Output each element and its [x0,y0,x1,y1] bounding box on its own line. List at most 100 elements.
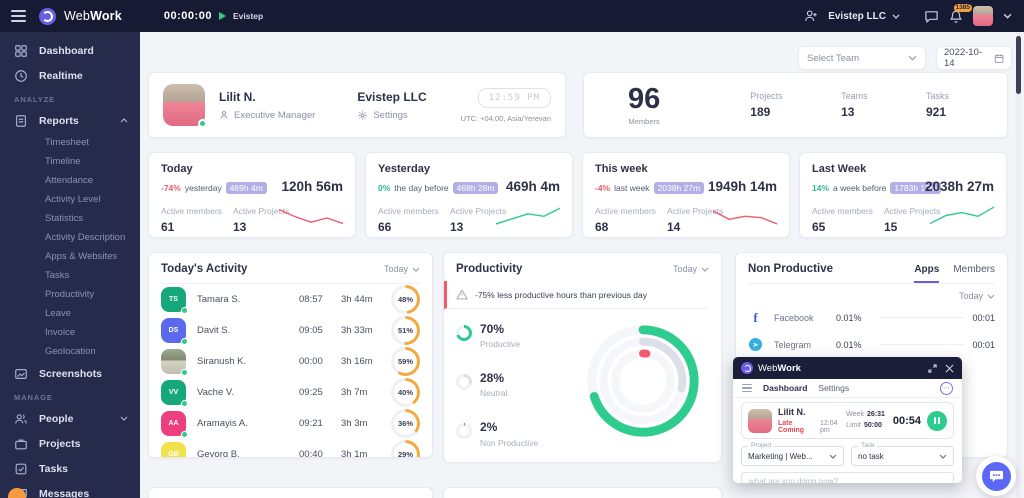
chevron-down-icon [987,294,995,299]
tab-members[interactable]: Members [953,264,995,283]
activity-row[interactable]: TS Tamara S. 08:57 3h 44m 48% [161,284,420,315]
member-avatar: DS [161,318,186,343]
activity-period-filter[interactable]: Today [384,264,420,274]
member-avatar: VV [161,380,186,405]
compare-badge: 469h 4m [226,182,267,194]
sidebar-item-activity-description[interactable]: Activity Description [0,228,140,247]
sidebar-item-geolocation[interactable]: Geolocation [0,342,140,361]
card-title: Productivity [456,263,522,275]
activity-row[interactable]: DS Davit S. 09:05 3h 33m 51% [161,315,420,346]
pause-button[interactable] [927,411,947,431]
productivity-stat-neutral: 28%Neutral [456,372,576,398]
chat-bubble-icon [982,462,1011,491]
profile-name: Lilit N. [219,90,315,104]
settings-link[interactable]: Settings [373,110,407,121]
company-selector[interactable]: Evistep LLC [828,11,900,22]
sidebar-item-timesheet[interactable]: Timesheet [0,133,140,152]
menu-icon[interactable] [11,7,26,25]
todays-activity-card: Today's Activity Today TS Tamara S. 08:5… [148,252,433,458]
global-timer[interactable]: 00:00:00 Evistep [164,10,263,22]
sidebar-item-tasks[interactable]: Tasks [0,456,140,481]
webwork-logo-icon [741,362,753,374]
user-switch-icon[interactable] [804,9,818,23]
widget-tab-dashboard[interactable]: Dashboard [763,383,807,393]
sidebar-item-activity-level[interactable]: Activity Level [0,190,140,209]
chevron-down-icon [120,416,128,421]
activity-memo-input[interactable] [741,472,954,483]
change-percent: -74% [161,183,181,193]
sidebar-item-productivity[interactable]: Productivity [0,285,140,304]
close-icon[interactable] [945,364,954,373]
productivity-period-filter[interactable]: Today [673,264,709,274]
stat-card-last-week: Last Week 14% a week before 1783h 13m 20… [799,152,1007,238]
notifications-count-badge: 1385 [954,4,972,13]
team-select[interactable]: Select Team [798,46,926,70]
tracker-widget: WebWork Dashboard Settings ⋯ Lilit N. La… [733,357,962,483]
sidebar-item-screenshots[interactable]: Screenshots [0,361,140,386]
partial-card [148,487,433,498]
online-status-dot [198,119,207,128]
sidebar-item-leave[interactable]: Leave [0,304,140,323]
sidebar-item-dashboard[interactable]: Dashboard [0,38,140,63]
activity-row[interactable]: GB Gevorg B. 00:40 3h 1m 29% [161,439,420,458]
support-chat-launcher[interactable] [976,456,1016,496]
notifications-bell-icon[interactable]: 1385 [949,9,963,24]
image-icon [14,367,28,381]
productivity-stat-productive: 70%Productive [456,323,576,349]
widget-chat-icon[interactable]: ⋯ [940,382,953,395]
nonproductive-row[interactable]: f Facebook 0.01% 00:01 [748,305,995,330]
sparkline-chart [930,203,994,227]
date-picker[interactable]: 2022-10-14 [936,46,1012,70]
scrollbar-track[interactable] [1016,32,1021,498]
change-percent: -4% [595,183,610,193]
productivity-donut-chart [579,317,707,445]
widget-tab-settings[interactable]: Settings [818,383,849,393]
widget-menu-icon[interactable] [742,382,752,395]
activity-percent-ring: 59% [391,347,420,376]
profile-chevron-down-icon[interactable] [1003,13,1012,19]
nonproductive-period-filter[interactable]: Today [959,291,995,301]
sidebar-item-realtime[interactable]: Realtime [0,63,140,88]
widget-user-avatar [748,409,772,433]
widget-user-card: Lilit N. Late Coming 12:04 pm Week26:31 … [741,402,954,439]
change-percent: 0% [378,183,390,193]
activity-percent-ring: 48% [391,285,420,314]
sidebar-section-manage: MANAGE [0,386,140,406]
activity-percent-ring: 36% [391,409,420,438]
scrollbar-thumb[interactable] [1016,36,1021,94]
productivity-stat-nonproductive: 2%Non Productive [456,421,576,447]
facebook-icon: f [753,310,757,326]
user-avatar[interactable] [973,6,993,26]
stat-card-today: Today -74% yesterday 469h 4m 120h 56m Ac… [148,152,356,238]
stat-card-this-week: This week -4% last week 2038h 27m 1949h … [582,152,790,238]
partial-card [443,487,722,498]
sidebar-item-invoice[interactable]: Invoice [0,323,140,342]
expand-icon[interactable] [928,364,937,373]
sidebar-item-attendance[interactable]: Attendance [0,171,140,190]
summary-teams: Teams 13 [841,91,868,119]
sidebar-item-tasks-report[interactable]: Tasks [0,266,140,285]
play-icon[interactable] [219,12,226,20]
project-select[interactable]: Project Marketing | Web... [741,446,844,466]
sidebar-item-apps-websites[interactable]: Apps & Websites [0,247,140,266]
sidebar-item-people[interactable]: People [0,406,140,431]
summary-card: 96 Members Projects 189 Teams 13 Tasks 9… [583,72,1008,138]
tab-apps[interactable]: Apps [914,264,939,283]
sidebar-item-statistics[interactable]: Statistics [0,209,140,228]
change-percent: 14% [812,183,829,193]
sidebar-item-timeline[interactable]: Timeline [0,152,140,171]
task-select[interactable]: Task no task [851,446,954,466]
messages-icon[interactable] [924,9,939,24]
nonproductive-row[interactable]: ➤ Telegram 0.01% 00:01 [748,332,995,357]
chevron-down-icon [412,267,420,272]
sidebar-item-projects[interactable]: Projects [0,431,140,456]
profile-role: Executive Manager [234,110,315,121]
sidebar-item-reports[interactable]: Reports [0,108,140,133]
activity-row[interactable]: Siranush K. 00:00 3h 16m 59% [161,346,420,377]
chevron-down-icon [829,454,837,459]
summary-projects: Projects 189 [750,91,783,119]
people-icon [14,412,28,426]
activity-row[interactable]: VV Vache V. 09:25 3h 7m 40% [161,377,420,408]
summary-tasks: Tasks 921 [926,91,949,119]
activity-row[interactable]: AA Aramayis A. 09:21 3h 3m 36% [161,408,420,439]
